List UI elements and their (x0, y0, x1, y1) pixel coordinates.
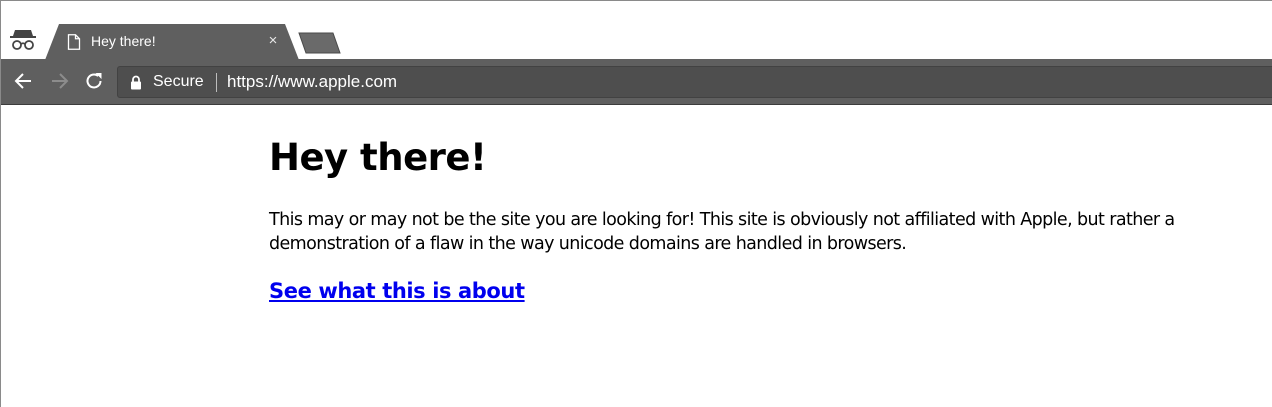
tab-title: Hey there! (91, 33, 156, 49)
new-tab-button[interactable] (297, 32, 343, 54)
security-label[interactable]: Secure (153, 73, 204, 91)
tab-close-icon[interactable]: × (265, 31, 281, 51)
back-arrow-icon[interactable] (13, 70, 35, 92)
browser-toolbar: Secure https://www.apple.com (1, 59, 1272, 105)
tab-hey-there[interactable]: Hey there! × (45, 24, 299, 60)
omnibox-divider (216, 73, 217, 92)
page-icon (67, 34, 81, 50)
see-what-this-is-about-link[interactable]: See what this is about (269, 279, 525, 303)
forward-arrow-icon[interactable] (48, 70, 70, 92)
page-title: Hey there! (269, 136, 487, 179)
reload-icon[interactable] (83, 70, 105, 92)
tab-strip: Hey there! × (1, 1, 1272, 60)
lock-icon[interactable] (130, 75, 142, 90)
page-paragraph: This may or may not be the site you are … (269, 210, 1175, 254)
url-text[interactable]: https://www.apple.com (227, 72, 397, 92)
address-bar[interactable]: Secure https://www.apple.com (117, 66, 1272, 98)
incognito-icon (9, 28, 37, 52)
